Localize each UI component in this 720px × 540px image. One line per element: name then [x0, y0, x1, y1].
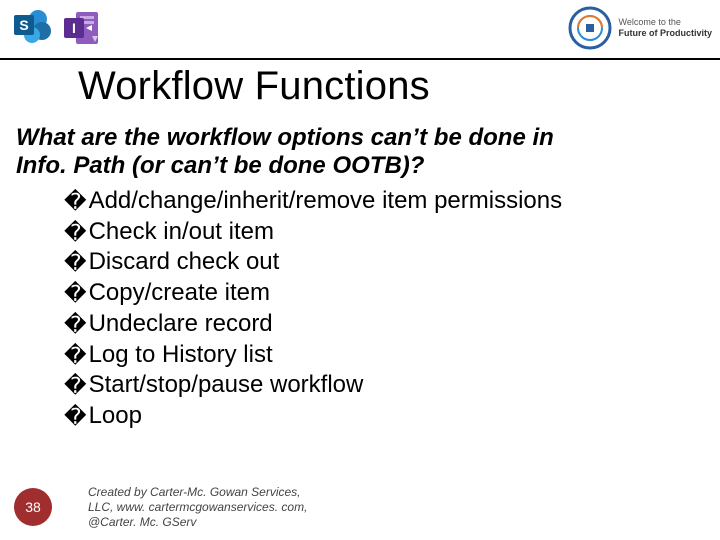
list-item: �Undeclare record	[64, 309, 684, 340]
credits-line2: LLC, www. cartermcgowanservices. com,	[88, 500, 408, 515]
bullet-text: Loop	[89, 401, 142, 432]
credits-line1: Created by Carter-Mc. Gowan Services,	[88, 485, 408, 500]
bullet-text: Add/change/inherit/remove item permissio…	[89, 186, 563, 217]
page-number: 38	[14, 488, 52, 526]
logo-strip: S I	[12, 5, 102, 45]
question-line2: Info. Path (or can’t be done OOTB)?	[16, 152, 424, 179]
bullet-text: Copy/create item	[89, 278, 270, 309]
list-item: �Log to History list	[64, 340, 684, 371]
infopath-icon: I	[62, 8, 102, 48]
bullet-text: Discard check out	[89, 247, 280, 278]
credits: Created by Carter-Mc. Gowan Services, LL…	[88, 485, 408, 530]
bullet-marker: �	[64, 220, 87, 248]
bullet-text: Check in/out item	[89, 217, 274, 248]
question-text: What are the workflow options can’t be d…	[16, 124, 696, 181]
list-item: �Loop	[64, 401, 684, 432]
productivity-seal-icon	[568, 6, 612, 50]
bullet-marker: �	[64, 373, 87, 401]
bullet-text: Undeclare record	[89, 309, 273, 340]
list-item: �Copy/create item	[64, 278, 684, 309]
bullet-marker: �	[64, 250, 87, 278]
bullet-marker: �	[64, 189, 87, 217]
bullet-marker: �	[64, 404, 87, 432]
badge-text: Welcome to the Future of Productivity	[618, 17, 712, 39]
question-line1: What are the workflow options can’t be d…	[16, 124, 554, 151]
badge-line1: Welcome to the	[618, 17, 712, 28]
svg-text:S: S	[19, 17, 28, 33]
bullet-marker: �	[64, 312, 87, 340]
slide: S I Welcome to the	[0, 0, 720, 540]
bullet-list: �Add/change/inherit/remove item permissi…	[64, 186, 684, 432]
sharepoint-icon: S	[12, 5, 52, 45]
list-item: �Discard check out	[64, 247, 684, 278]
list-item: �Start/stop/pause workflow	[64, 370, 684, 401]
productivity-badge: Welcome to the Future of Productivity	[568, 6, 712, 50]
list-item: �Add/change/inherit/remove item permissi…	[64, 186, 684, 217]
list-item: �Check in/out item	[64, 217, 684, 248]
divider	[0, 58, 720, 60]
badge-line2: Future of Productivity	[618, 28, 712, 39]
bullet-marker: �	[64, 281, 87, 309]
bullet-text: Log to History list	[89, 340, 273, 371]
bullet-text: Start/stop/pause workflow	[89, 370, 364, 401]
credits-line3: @Carter. Mc. GServ	[88, 515, 408, 530]
bullet-marker: �	[64, 343, 87, 371]
slide-title: Workflow Functions	[78, 64, 430, 109]
svg-text:I: I	[72, 20, 76, 36]
